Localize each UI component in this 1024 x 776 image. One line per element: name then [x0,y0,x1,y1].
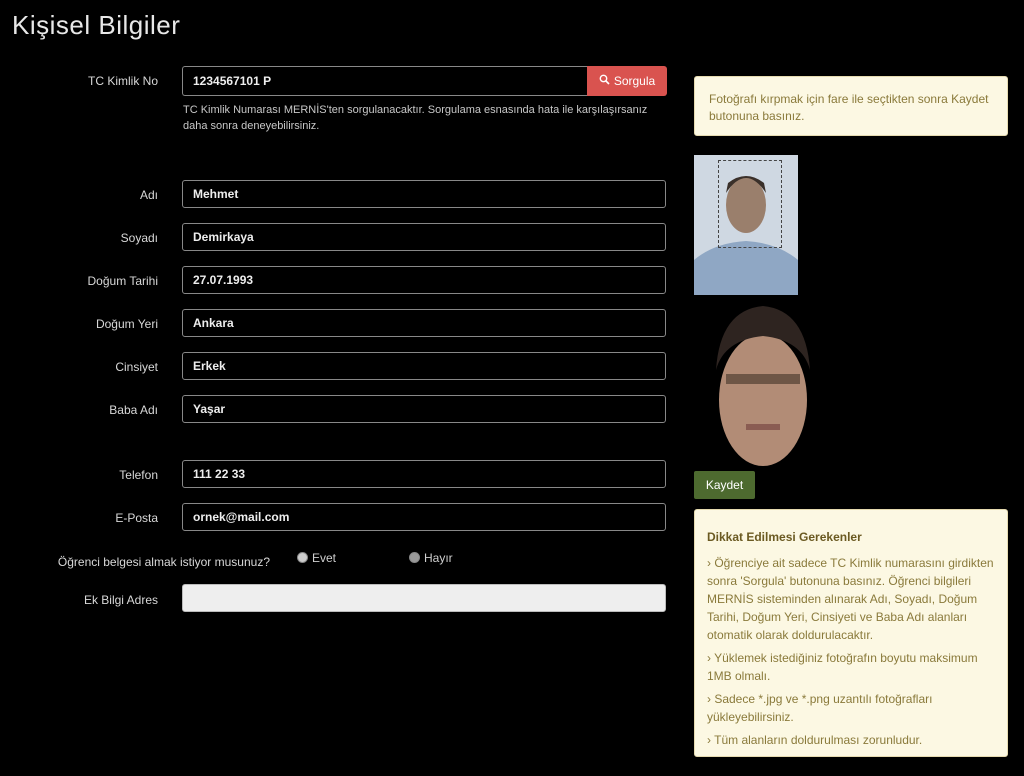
kaydet-button[interactable]: Kaydet [694,471,755,499]
info-item: › Sadece *.jpg ve *.png uzantılı fotoğra… [707,692,933,724]
ad-label: Adı [139,188,158,202]
baba-adi-label: Baba Adı [109,403,158,417]
tc-help-text: TC Kimlik Numarası MERNİS'ten sorgulanac… [183,104,648,132]
tc-input[interactable]: 1234567101 P [182,66,588,96]
radio-hayir[interactable] [409,552,420,563]
page-title: Kişisel Bilgiler [12,10,181,40]
info-title: Dikkat Edilmesi Gerekenler [707,530,862,544]
soru-label: Öğrenci belgesi almak istiyor musunuz? [57,555,270,569]
search-icon [599,74,610,88]
radio-hayir-label: Hayır [424,551,453,565]
info-item: › Tüm alanların doldurulması zorunludur. [707,733,923,747]
telefon-label: Telefon [119,468,158,482]
cinsiyet-field[interactable]: Erkek [182,352,666,380]
dogum-yeri-label: Doğum Yeri [95,317,158,331]
tc-label: TC Kimlik No [87,74,158,88]
radio-evet[interactable] [297,552,308,563]
baba-adi-field[interactable]: Yaşar [182,395,666,423]
cinsiyet-label: Cinsiyet [115,360,158,374]
dogum-yeri-field[interactable]: Ankara [182,309,666,337]
adres-field[interactable] [182,584,666,612]
dogum-tarihi-field[interactable]: 27.07.1993 [182,266,666,294]
sorgula-button[interactable]: Sorgula [587,66,667,96]
crop-selection[interactable] [718,160,782,248]
photo-cropped [706,300,820,470]
adres-label: Ek Bilgi Adres [83,593,158,607]
dogum-tarihi-label: Doğum Tarihi [87,274,158,288]
sorgula-label: Sorgula [613,74,656,88]
info-item: › Öğrenciye ait sadece TC Kimlik numaras… [707,556,994,642]
radio-evet-label: Evet [312,551,337,565]
photo-crop-note: Fotoğrafı kırpmak için fare ile seçtikte… [694,76,1008,136]
eposta-label: E-Posta [115,511,158,525]
telefon-field[interactable]: 111 22 33 [182,460,666,488]
info-item: › Yüklemek istediğiniz fotoğrafın boyutu… [707,651,978,683]
eposta-field[interactable]: ornek@mail.com [182,503,666,531]
ad-field[interactable]: Mehmet [182,180,666,208]
info-panel: Dikkat Edilmesi Gerekenler › Öğrenciye a… [694,509,1008,757]
soyad-label: Soyadı [120,231,158,245]
soyad-field[interactable]: Demirkaya [182,223,666,251]
